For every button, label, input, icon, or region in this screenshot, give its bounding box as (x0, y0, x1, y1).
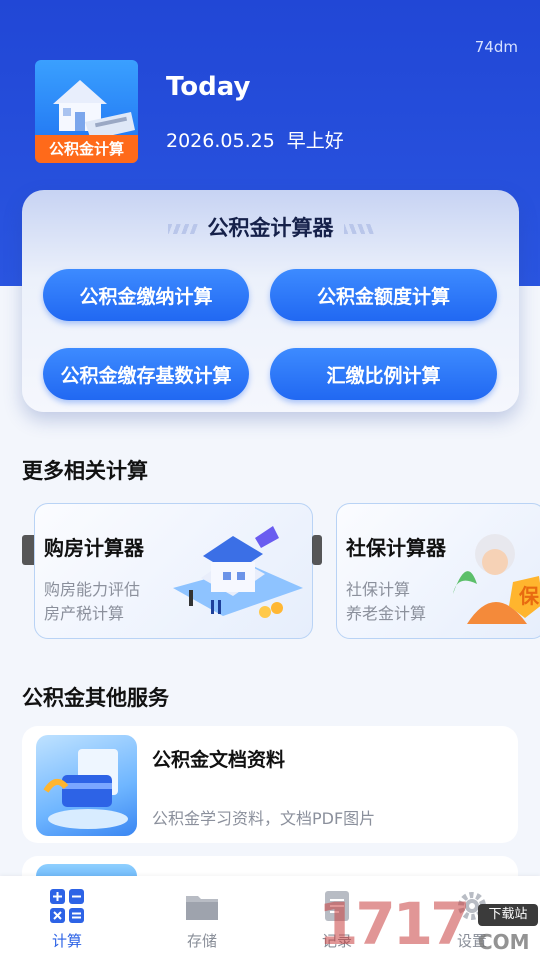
payment-calc-button[interactable]: 公积金缴纳计算 (43, 269, 249, 321)
card-line: 购房能力评估 (44, 580, 141, 599)
hero-title: 公积金计算器 (207, 216, 334, 240)
decor-stripes-left-icon (167, 224, 198, 234)
scroll-indicator-mid (312, 535, 322, 565)
section-title-more: 更多相关计算 (22, 459, 148, 483)
watermark-number: 1717 (318, 890, 470, 958)
watermark-suffix: COM (478, 930, 530, 954)
date-greeting: 2026.05.25 早上好 (166, 126, 344, 153)
badge-text: 保 (519, 584, 539, 608)
folder-icon (186, 896, 218, 920)
calculator-hero-card: 公积金计算器 公积金缴纳计算 公积金额度计算 公积金缴存基数计算 汇缴比例计算 (22, 190, 519, 412)
card-title: 社保计算器 (346, 536, 446, 560)
status-text: 74dm (474, 38, 518, 56)
tab-storage[interactable]: 存储 (162, 888, 242, 951)
base-calc-button[interactable]: 公积金缴存基数计算 (43, 348, 249, 400)
decor-stripes-right-icon (343, 224, 374, 234)
site-watermark: 1717 下载站 COM (318, 890, 540, 960)
greeting-text: 早上好 (286, 130, 344, 152)
logo-label: 公积金计算 (35, 135, 138, 163)
card-line: 房产税计算 (44, 604, 125, 623)
date-text: 2026.05.25 (166, 130, 275, 152)
quota-calc-button[interactable]: 公积金额度计算 (270, 269, 497, 321)
service-title: 公积金文档资料 (152, 749, 286, 771)
app-logo: 公积金计算 (35, 60, 138, 163)
service-desc: 公积金学习资料，文档PDF图片 (152, 809, 376, 828)
document-thumbnail (36, 735, 137, 836)
tab-label: 存储 (186, 932, 217, 950)
card-line: 社保计算 (346, 580, 411, 599)
card-title: 购房计算器 (44, 536, 144, 560)
hero-title-row: 公积金计算器 (22, 212, 519, 242)
house-illustration-icon (173, 526, 303, 618)
house-calculator-icon (53, 80, 135, 140)
watermark-badge: 下载站 (478, 904, 538, 926)
section-title-other: 公积金其他服务 (22, 686, 169, 710)
house-calculator-card[interactable]: 购房计算器 购房能力评估 房产税计算 (34, 503, 313, 639)
scroll-indicator-left (22, 535, 34, 565)
ratio-calc-button[interactable]: 汇缴比例计算 (270, 348, 497, 400)
document-card-icon (43, 749, 128, 829)
tab-calculate[interactable]: 计算 (27, 888, 107, 951)
page-title: Today (166, 72, 251, 102)
social-security-calculator-card[interactable]: 社保计算器 社保计算 养老金计算 保 (336, 503, 540, 639)
grandma-illustration-icon (453, 534, 540, 624)
card-line: 养老金计算 (346, 604, 427, 623)
calculator-icon (50, 889, 84, 923)
document-service-card[interactable]: 公积金文档资料 公积金学习资料，文档PDF图片 (22, 726, 518, 843)
tab-label: 计算 (51, 932, 82, 950)
